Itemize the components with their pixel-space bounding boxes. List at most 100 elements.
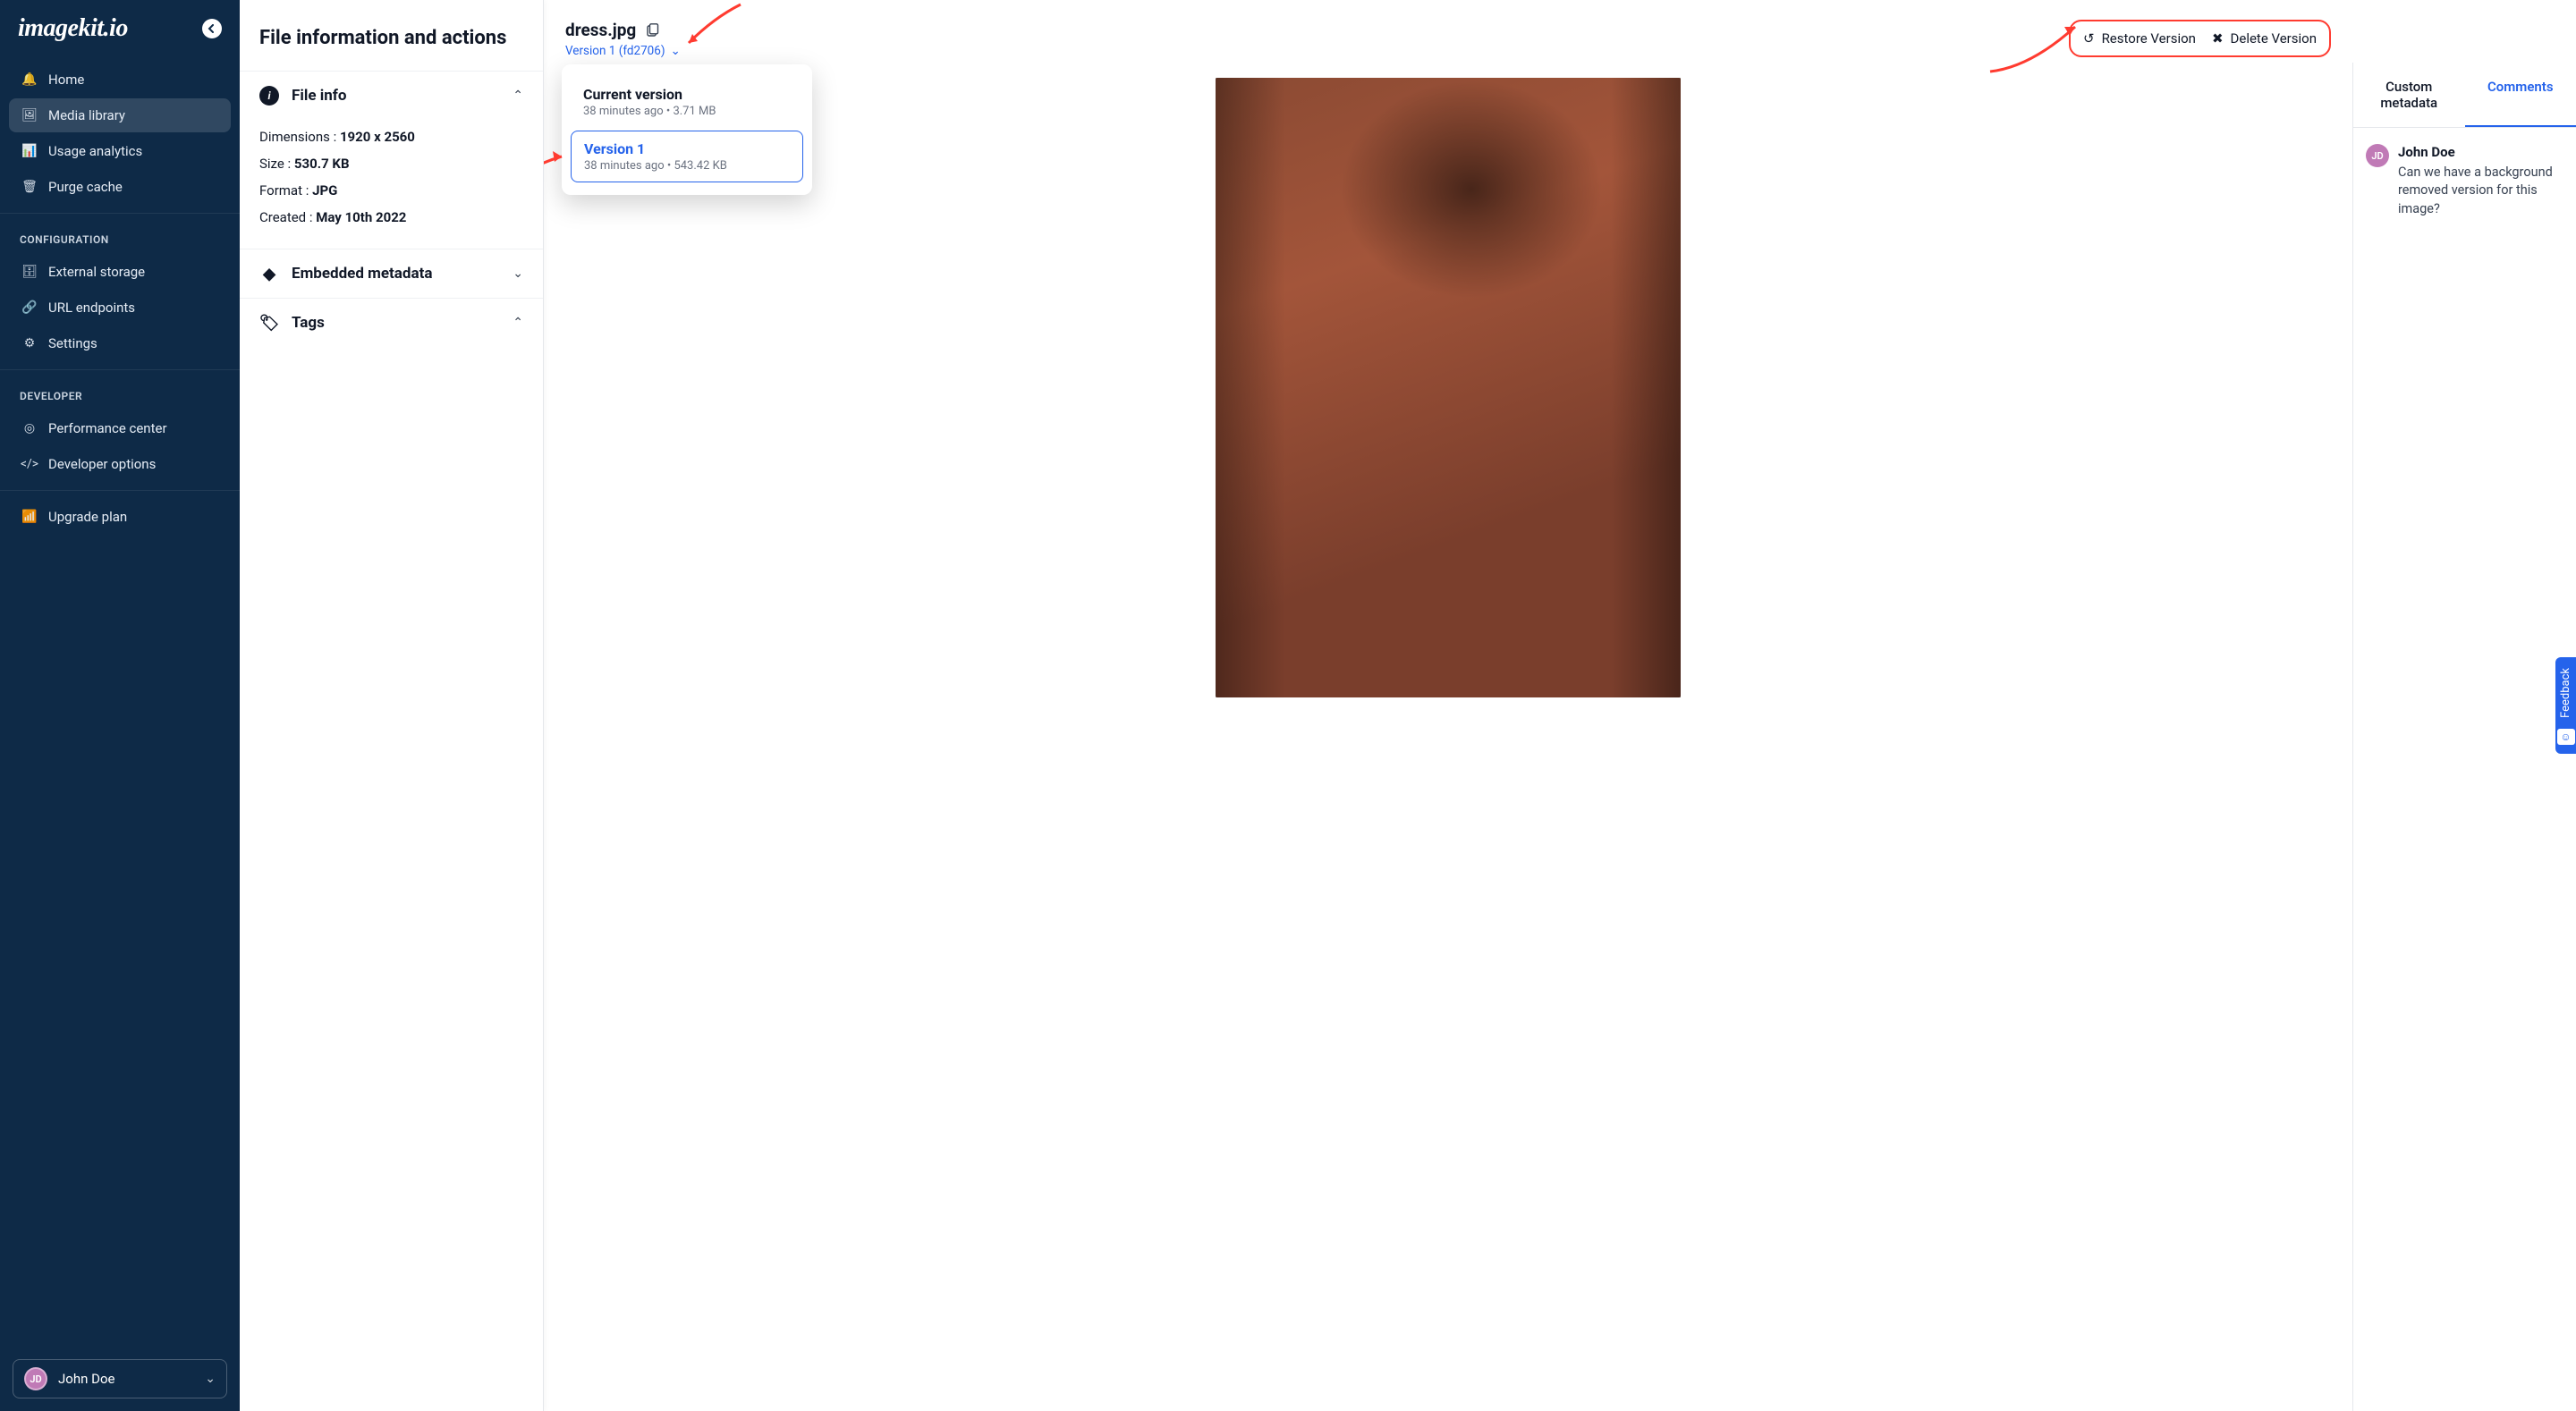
- button-label: Restore Version: [2102, 30, 2196, 46]
- version-item-title: Version 1: [584, 140, 790, 157]
- sidebar-item-developer-options[interactable]: </> Developer options: [9, 447, 231, 481]
- sidebar-item-url-endpoints[interactable]: 🔗 URL endpoints: [9, 291, 231, 325]
- delete-version-button[interactable]: ✖ Delete Version: [2212, 30, 2317, 46]
- sidebar-nav: 🔔 Home 🖼 Media library 📊 Usage analytics…: [0, 54, 240, 1347]
- kv-dimensions: Dimensions : 1920 x 2560: [259, 123, 523, 150]
- trash-icon: 🗑: [21, 180, 38, 194]
- sidebar-item-label: Performance center: [48, 420, 167, 436]
- avatar: JD: [2366, 144, 2389, 167]
- sidebar-footer: JD John Doe ⌄: [0, 1347, 240, 1411]
- chevron-down-icon: ⌄: [671, 44, 681, 58]
- user-name: John Doe: [58, 1371, 194, 1387]
- sidebar-item-settings[interactable]: ⚙ Settings: [9, 326, 231, 360]
- restore-version-button[interactable]: ↺ Restore Version: [2083, 30, 2196, 46]
- chart-icon: 📊: [21, 144, 38, 158]
- file-name: dress.jpg: [565, 20, 636, 40]
- sidebar-item-label: Upgrade plan: [48, 509, 127, 525]
- comment-item: JD John Doe Can we have a background rem…: [2366, 144, 2563, 218]
- version-dropdown: Current version 38 minutes ago • 3.71 MB…: [562, 64, 812, 195]
- history-icon: ↺: [2083, 30, 2095, 46]
- avatar: JD: [24, 1367, 47, 1390]
- nav-group-main: 🔔 Home 🖼 Media library 📊 Usage analytics…: [0, 54, 240, 213]
- version-selector[interactable]: Version 1 (fd2706) ⌄: [565, 44, 681, 58]
- chevron-up-icon: ⌃: [513, 316, 523, 330]
- sidebar-item-label: Media library: [48, 107, 125, 123]
- section-label: File info: [292, 87, 500, 105]
- kv-format: Format : JPG: [259, 177, 523, 204]
- sidebar-item-label: Usage analytics: [48, 143, 142, 159]
- comment-author: John Doe: [2398, 144, 2563, 160]
- sidebar-item-label: External storage: [48, 264, 145, 280]
- chevron-down-icon: ⌄: [513, 266, 523, 281]
- storage-icon: 🗄: [21, 265, 38, 279]
- brand-logo: imagekit.io: [18, 14, 128, 43]
- nav-heading-developer: DEVELOPER: [0, 377, 240, 410]
- nav-group-upgrade: 📶 Upgrade plan: [0, 490, 240, 543]
- image-preview[interactable]: [1216, 78, 1681, 697]
- nav-group-configuration: CONFIGURATION 🗄 External storage 🔗 URL e…: [0, 213, 240, 369]
- chevron-up-icon: ⌃: [513, 89, 523, 103]
- smiley-icon: ☺: [2557, 729, 2575, 745]
- info-icon: i: [259, 86, 279, 106]
- sidebar-item-media-library[interactable]: 🖼 Media library: [9, 98, 231, 132]
- bell-icon: 🔔: [21, 72, 38, 87]
- tag-icon: 🏷: [259, 313, 279, 333]
- copy-icon[interactable]: [645, 23, 659, 38]
- gear-icon: ⚙: [21, 336, 38, 351]
- sidebar-item-external-storage[interactable]: 🗄 External storage: [9, 255, 231, 289]
- arrow-left-icon: [208, 24, 216, 33]
- version-actions-highlight: ↺ Restore Version ✖ Delete Version: [2069, 20, 2331, 57]
- user-menu-button[interactable]: JD John Doe ⌄: [13, 1359, 227, 1398]
- version-item-v1[interactable]: Version 1 38 minutes ago • 543.42 KB: [571, 131, 803, 182]
- file-topbar: dress.jpg Version 1 (fd2706) ⌄ ↺ Restore…: [544, 0, 2352, 69]
- panel-title: File information and actions: [240, 0, 543, 71]
- section-label: Tags: [292, 314, 500, 332]
- metadata-icon: ◆: [259, 264, 279, 283]
- sidebar-item-label: URL endpoints: [48, 300, 135, 316]
- sidebar-item-upgrade-plan[interactable]: 📶 Upgrade plan: [9, 500, 231, 534]
- wifi-icon: 📶: [21, 510, 38, 524]
- version-item-title: Current version: [583, 86, 791, 103]
- section-file-info-body: Dimensions : 1920 x 2560 Size : 530.7 KB…: [240, 120, 543, 249]
- sidebar-item-label: Developer options: [48, 456, 156, 472]
- sidebar-item-performance-center[interactable]: ◎ Performance center: [9, 411, 231, 445]
- main-content: dress.jpg Version 1 (fd2706) ⌄ ↺ Restore…: [544, 0, 2352, 1411]
- comment-text: Can we have a background removed version…: [2398, 164, 2563, 218]
- sidebar-item-label: Home: [48, 72, 84, 88]
- feedback-tab-button[interactable]: Feedback ☺: [2555, 657, 2576, 754]
- sidebar-item-label: Purge cache: [48, 179, 123, 195]
- sidebar-item-usage-analytics[interactable]: 📊 Usage analytics: [9, 134, 231, 168]
- code-icon: </>: [21, 457, 38, 471]
- file-title-block: dress.jpg Version 1 (fd2706) ⌄: [565, 20, 2055, 58]
- file-info-panel: File information and actions i File info…: [240, 0, 544, 1411]
- comment-body: John Doe Can we have a background remove…: [2398, 144, 2563, 218]
- kv-size: Size : 530.7 KB: [259, 150, 523, 177]
- right-panel-tabs: Custom metadata Comments: [2353, 63, 2576, 128]
- button-label: Delete Version: [2231, 30, 2317, 46]
- chevron-down-icon: ⌄: [205, 1372, 216, 1386]
- sidebar: imagekit.io 🔔 Home 🖼 Media library 📊 Usa…: [0, 0, 240, 1411]
- delete-icon: ✖: [2212, 30, 2224, 46]
- version-item-subtitle: 38 minutes ago • 3.71 MB: [583, 105, 791, 118]
- version-item-current[interactable]: Current version 38 minutes ago • 3.71 MB: [571, 77, 803, 127]
- sidebar-item-purge-cache[interactable]: 🗑 Purge cache: [9, 170, 231, 204]
- file-name-row: dress.jpg: [565, 20, 2055, 40]
- version-label: Version 1 (fd2706): [565, 44, 665, 58]
- section-label: Embedded metadata: [292, 265, 500, 283]
- section-file-info-header[interactable]: i File info ⌃: [240, 71, 543, 120]
- right-panel: Custom metadata Comments JD John Doe Can…: [2352, 63, 2576, 1411]
- workspace: File information and actions i File info…: [240, 0, 2576, 1411]
- feedback-label: Feedback: [2559, 668, 2572, 718]
- kv-created: Created : May 10th 2022: [259, 204, 523, 231]
- version-item-subtitle: 38 minutes ago • 543.42 KB: [584, 159, 790, 173]
- section-embedded-metadata-header[interactable]: ◆ Embedded metadata ⌄: [240, 249, 543, 298]
- comments-list: JD John Doe Can we have a background rem…: [2353, 128, 2576, 234]
- tab-comments[interactable]: Comments: [2465, 63, 2576, 127]
- sidebar-item-home[interactable]: 🔔 Home: [9, 63, 231, 97]
- section-tags-header[interactable]: 🏷 Tags ⌃: [240, 298, 543, 347]
- image-icon: 🖼: [21, 108, 38, 123]
- tab-custom-metadata[interactable]: Custom metadata: [2353, 63, 2465, 127]
- collapse-sidebar-button[interactable]: [202, 19, 222, 38]
- sidebar-item-label: Settings: [48, 335, 97, 351]
- nav-group-developer: DEVELOPER ◎ Performance center </> Devel…: [0, 369, 240, 490]
